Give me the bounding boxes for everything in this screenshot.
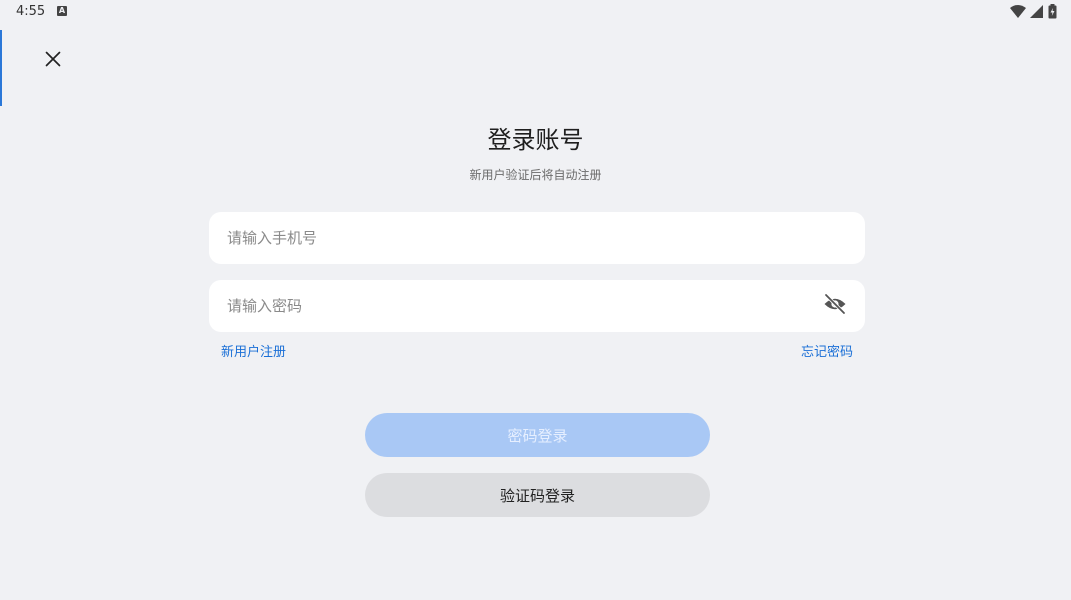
eye-off-icon [823,292,847,320]
battery-icon [1048,4,1057,19]
close-button[interactable] [40,48,66,74]
phone-input[interactable] [225,228,849,248]
notification-letter: A [58,6,66,15]
status-bar: 4:55 A [0,0,1071,24]
status-time: 4:55 [16,4,46,19]
code-login-button[interactable]: 验证码登录 [365,473,710,517]
password-field [209,280,865,332]
password-visibility-toggle[interactable] [821,292,849,320]
status-icons [1010,4,1057,19]
password-login-button[interactable]: 密码登录 [365,413,710,457]
page-subtitle: 新用户验证后将自动注册 [469,168,602,182]
signal-icon [1030,4,1044,19]
forgot-password-link[interactable]: 忘记密码 [801,341,853,360]
wifi-icon [1010,4,1026,19]
page-title: 登录账号 [487,126,584,154]
close-icon [45,51,61,71]
left-edge-accent [0,30,2,106]
password-input[interactable] [225,296,821,316]
phone-field [209,212,865,264]
notification-icon: A [57,6,67,16]
register-link[interactable]: 新用户注册 [221,341,286,360]
